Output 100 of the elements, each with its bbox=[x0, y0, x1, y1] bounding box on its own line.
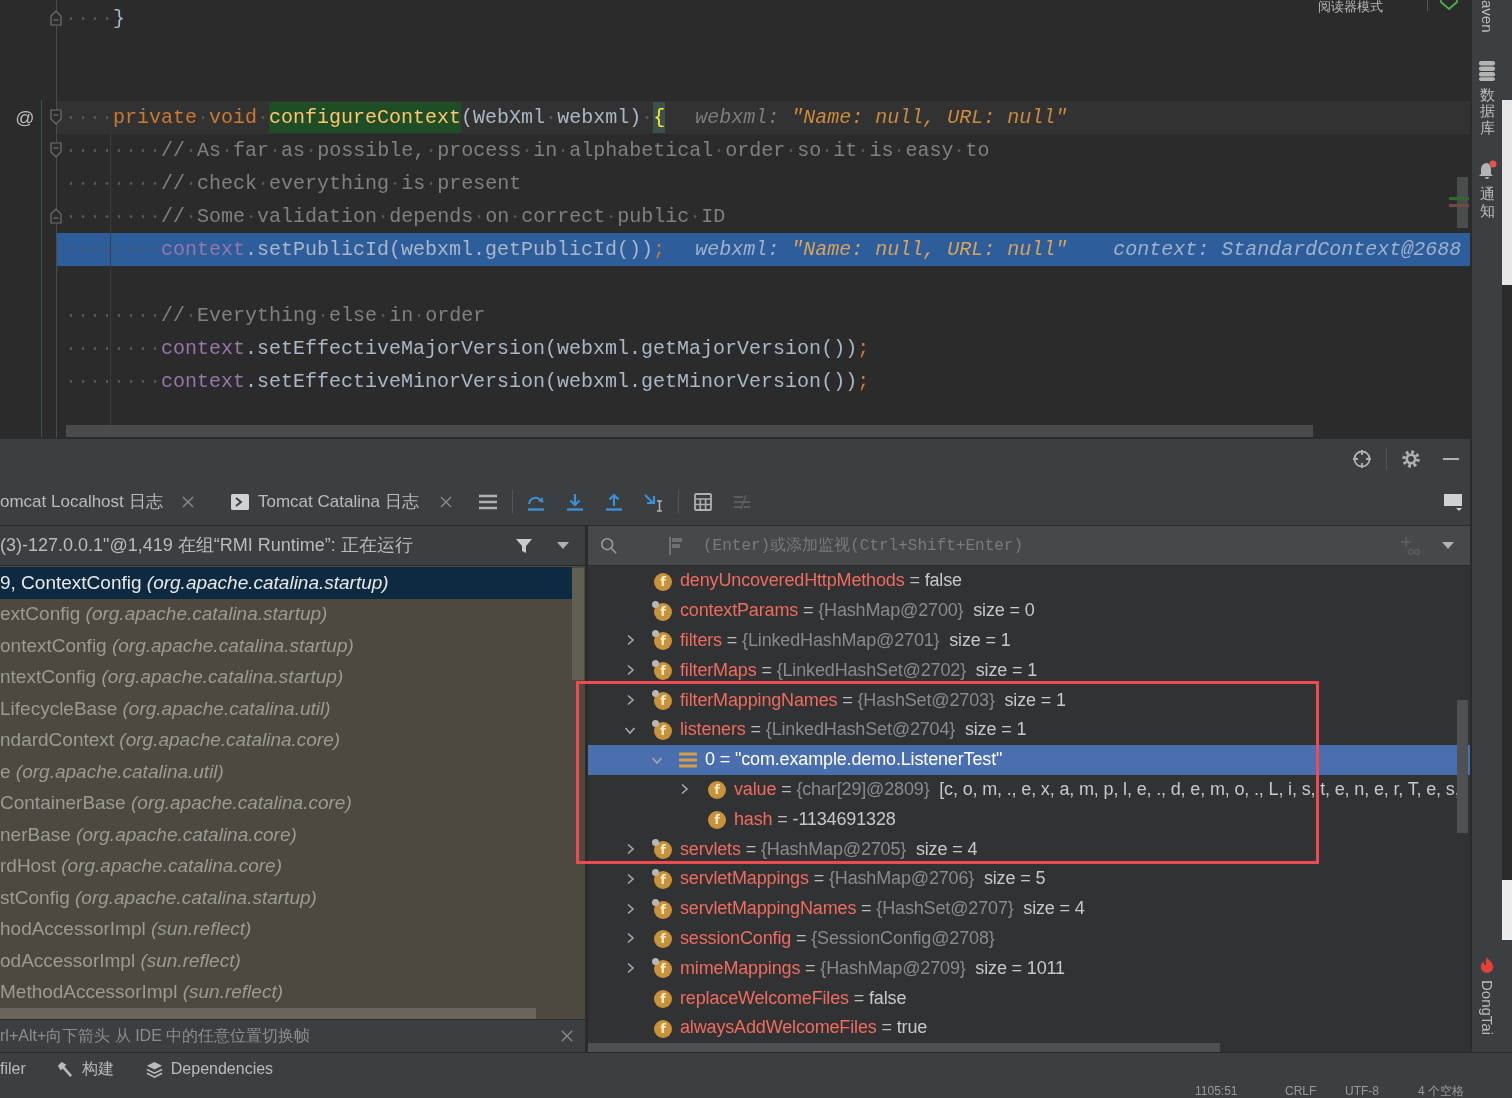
variable-row[interactable]: f servletMappings = {HashMap@2706} size = 5 bbox=[588, 863, 1470, 894]
field-icon: f bbox=[652, 868, 672, 889]
tab[interactable]: Tomcat Catalina 日志 bbox=[225, 478, 468, 525]
variable-row[interactable]: f hash = -1134691328 bbox=[588, 804, 1470, 835]
variable-row[interactable]: f mimeMappings = {HashMap@2709} size = 1011 bbox=[588, 953, 1470, 984]
variable-row[interactable]: f filterMappingNames = {HashSet@2703} size = 1 bbox=[588, 685, 1470, 715]
variable-text: contextParams = {HashMap@2700} size = 0 bbox=[680, 599, 1035, 623]
layers-icon bbox=[145, 1060, 163, 1078]
stack-frame[interactable]: ContainerBase (org.apache.catalina.core) bbox=[0, 787, 572, 819]
close-icon[interactable] bbox=[182, 495, 194, 508]
field-icon: f bbox=[652, 839, 672, 860]
side-tool-button[interactable]: DongTai bbox=[1478, 955, 1496, 1035]
tool-window-button[interactable]: Dependencies bbox=[145, 1057, 274, 1081]
stack-frame[interactable]: rdHost (org.apache.catalina.core) bbox=[0, 850, 572, 882]
stack-frame[interactable]: ndardContext (org.apache.catalina.core) bbox=[0, 724, 572, 756]
scrollbar-thumb[interactable] bbox=[588, 1043, 1220, 1052]
crosshair-icon[interactable] bbox=[1352, 448, 1372, 469]
variable-row[interactable]: f servlets = {HashMap@2705} size = 4 bbox=[588, 834, 1470, 864]
hammer-icon bbox=[55, 1060, 73, 1078]
stack-frame[interactable]: e (org.apache.catalina.util) bbox=[0, 756, 572, 788]
chevron-icon[interactable] bbox=[1440, 0, 1458, 10]
code-line: // As far as possible, process in alphabetical order so it is easy to bbox=[65, 133, 990, 167]
field-icon: f bbox=[652, 660, 672, 681]
variable-text: hash = -1134691328 bbox=[734, 807, 896, 831]
scrollbar-thumb[interactable] bbox=[66, 425, 1313, 437]
search-icon[interactable] bbox=[600, 536, 618, 555]
variable-text: servlets = {HashMap@2705} size = 4 bbox=[680, 837, 978, 861]
arrow-to-text-cursor-icon[interactable] bbox=[643, 491, 663, 512]
side-tool-button[interactable]: 通知 bbox=[1477, 160, 1497, 220]
close-icon[interactable] bbox=[440, 495, 452, 508]
variable-text: 0 = "com.example.demo.ListenerTest" bbox=[705, 748, 1003, 772]
code-line: context.setEffectiveMinorVersion(webxml.getMinorVersion()); bbox=[65, 364, 870, 398]
variable-text: mimeMappings = {HashMap@2709} size = 1011 bbox=[680, 956, 1065, 980]
stack-frame[interactable]: LifecycleBase (org.apache.catalina.util) bbox=[0, 693, 572, 725]
stack-frame[interactable]: MethodAccessorImpl (sun.reflect) bbox=[0, 976, 572, 1008]
calculator-icon[interactable] bbox=[693, 491, 713, 512]
fold-marker-icon[interactable] bbox=[50, 142, 62, 158]
variable-text: listeners = {LinkedHashSet@2704} size = 1 bbox=[680, 718, 1027, 742]
variable-text: alwaysAddWelcomeFiles = true bbox=[680, 1016, 928, 1040]
side-tool-button[interactable]: 数据库 bbox=[1478, 60, 1496, 137]
stack-frame[interactable]: ontextConfig (org.apache.catalina.startup) bbox=[0, 630, 572, 662]
variable-text: filterMappingNames = {HashSet@2703} size = 1 bbox=[680, 688, 1066, 712]
code-line: context.setPublicId(webxml.getPublicId()); bbox=[65, 232, 666, 266]
tab[interactable]: omcat Localhost 日志 bbox=[0, 478, 225, 525]
status-item[interactable]: CRLF bbox=[1285, 1084, 1317, 1098]
variable-row[interactable]: f listeners = {LinkedHashSet@2704} size = 1 bbox=[588, 715, 1470, 745]
variable-row[interactable]: 0 = "com.example.demo.ListenerTest" bbox=[588, 744, 1470, 775]
field-icon: f bbox=[652, 630, 672, 651]
at-sign-icon[interactable]: @ bbox=[15, 107, 35, 127]
field-icon: f bbox=[652, 898, 672, 919]
stripe-mark bbox=[1449, 204, 1469, 207]
field-icon: f bbox=[652, 719, 672, 740]
variable-row[interactable]: f servletMappingNames = {HashSet@2707} size = 4 bbox=[588, 893, 1470, 924]
thread-selector[interactable]: (3)-127.0.0.1"@1,419 在组“RMI Runtime”: 正在运行 bbox=[0, 532, 413, 559]
fold-marker-icon[interactable] bbox=[50, 109, 62, 125]
scrollbar-thumb[interactable] bbox=[0, 1008, 536, 1019]
code-line: context.setEffectiveMajorVersion(webxml.getMajorVersion()); bbox=[65, 331, 870, 365]
stack-frame[interactable]: odAccessorImpl (sun.reflect) bbox=[0, 945, 572, 977]
window-layout-icon[interactable] bbox=[1443, 491, 1463, 512]
stack-frame[interactable]: nerBase (org.apache.catalina.core) bbox=[0, 819, 572, 851]
variable-text: replaceWelcomeFiles = false bbox=[680, 986, 907, 1010]
dropdown-caret-icon[interactable] bbox=[1442, 542, 1454, 549]
code-line: // Everything else in order bbox=[65, 298, 486, 332]
variable-row[interactable]: f replaceWelcomeFiles = false bbox=[588, 983, 1470, 1013]
stack-frame[interactable]: stConfig (org.apache.catalina.startup) bbox=[0, 882, 572, 914]
variable-text: denyUncoveredHttpMethods = false bbox=[680, 569, 962, 593]
status-item[interactable]: 4 个空格 bbox=[1418, 1084, 1464, 1098]
field-icon: f bbox=[652, 958, 672, 979]
tool-window-button[interactable]: 构建 bbox=[55, 1057, 114, 1081]
stack-frame[interactable]: hodAccessorImpl (sun.reflect) bbox=[0, 913, 572, 945]
status-item[interactable]: 1105:51 bbox=[1195, 1084, 1238, 1098]
stack-frame[interactable]: 9, ContextConfig (org.apache.catalina.startup) bbox=[0, 567, 572, 599]
variable-text: servletMappingNames = {HashSet@2707} size = 4 bbox=[680, 897, 1085, 921]
field-icon: f bbox=[652, 600, 672, 621]
close-icon[interactable] bbox=[561, 1030, 573, 1042]
fold-marker-icon[interactable] bbox=[50, 208, 62, 224]
field-icon: f bbox=[652, 988, 672, 1009]
variable-row[interactable]: f contextParams = {HashMap@2700} size = 0 bbox=[588, 595, 1470, 626]
status-item[interactable]: UTF-8 bbox=[1345, 1084, 1379, 1098]
terminal-icon bbox=[231, 493, 249, 510]
variable-row[interactable]: f filters = {LinkedHashMap@2701} size = 1 bbox=[588, 625, 1470, 656]
variable-row[interactable]: f denyUncoveredHttpMethods = false bbox=[588, 566, 1470, 596]
reader-mode-toggle[interactable]: 阅读器模式 bbox=[1318, 0, 1383, 14]
side-tool-button[interactable]: aven bbox=[1478, 0, 1496, 33]
variable-row[interactable]: f alwaysAddWelcomeFiles = true bbox=[588, 1012, 1470, 1043]
fold-marker-icon[interactable] bbox=[50, 10, 62, 26]
variable-row[interactable]: f sessionConfig = {SessionConfig@2708} bbox=[588, 923, 1470, 954]
scrollbar-thumb[interactable] bbox=[572, 568, 584, 680]
field-icon: f bbox=[652, 928, 672, 949]
dropdown-caret-icon[interactable] bbox=[557, 542, 569, 549]
tool-window-button[interactable]: filer bbox=[0, 1057, 26, 1081]
inline-value-hint: webxml: "Name: null, URL: null" bbox=[695, 236, 1068, 263]
scrollbar-thumb[interactable] bbox=[1457, 700, 1468, 833]
variable-row[interactable]: f filterMaps = {LinkedHashSet@2702} size = 1 bbox=[588, 655, 1470, 686]
variable-text: filterMaps = {LinkedHashSet@2702} size = 1 bbox=[680, 658, 1038, 682]
stack-frame[interactable]: extConfig (org.apache.catalina.startup) bbox=[0, 598, 572, 630]
database-icon bbox=[1478, 60, 1496, 81]
settings-icon[interactable] bbox=[1401, 448, 1421, 469]
list-icon bbox=[679, 751, 697, 768]
stack-frame[interactable]: ntextConfig (org.apache.catalina.startup) bbox=[0, 661, 572, 693]
